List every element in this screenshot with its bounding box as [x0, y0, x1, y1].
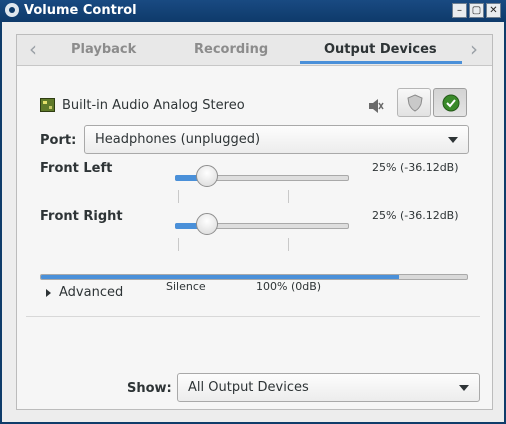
show-dropdown-value: All Output Devices	[188, 380, 309, 395]
advanced-expander[interactable]: Advanced	[46, 285, 123, 300]
scale-tick-100	[288, 190, 289, 203]
active-tab-indicator	[300, 61, 462, 64]
title-bar[interactable]: Volume Control – ▢ ✕	[0, 0, 506, 22]
slider-handle[interactable]	[195, 213, 218, 235]
front-right-volume-slider[interactable]	[175, 213, 349, 239]
window-title: Volume Control	[24, 3, 137, 18]
front-right-volume-value: 25% (-36.12dB)	[372, 209, 459, 222]
front-left-volume-value: 25% (-36.12dB)	[372, 161, 459, 174]
tab-bar: ‹ Playback Recording Output Devices ›	[17, 35, 492, 66]
output-device-panel: Built-in Audio Analog Stereo Port: Headp…	[17, 66, 492, 409]
scale-mark-full: 100% (0dB)	[256, 280, 322, 293]
tab-scroll-right-icon[interactable]: ›	[464, 39, 484, 59]
channel-label-front-left: Front Left	[40, 161, 113, 176]
scale-mark-silence: Silence	[166, 280, 206, 293]
port-dropdown-value: Headphones (unplugged)	[95, 132, 261, 147]
show-label: Show:	[127, 381, 172, 396]
mute-toggle-button[interactable]	[397, 88, 431, 117]
expander-arrow-icon	[46, 288, 51, 297]
separator	[26, 316, 480, 317]
set-default-button[interactable]	[433, 88, 467, 117]
tab-output-devices[interactable]: Output Devices	[324, 42, 437, 57]
device-name: Built-in Audio Analog Stereo	[62, 98, 245, 113]
window-client: ‹ Playback Recording Output Devices › Bu…	[2, 22, 504, 422]
checkmark-icon	[442, 94, 460, 112]
shield-icon	[407, 94, 423, 112]
minimize-icon[interactable]: –	[452, 3, 467, 18]
volume-control-window: Volume Control – ▢ ✕ ‹ Playback Recordin…	[0, 0, 506, 424]
front-left-volume-slider[interactable]	[175, 165, 349, 191]
close-icon[interactable]: ✕	[486, 3, 501, 18]
sound-card-icon	[40, 98, 55, 112]
channel-label-front-right: Front Right	[40, 209, 123, 224]
peak-level-bar	[41, 275, 399, 279]
port-label: Port:	[40, 133, 77, 148]
tab-playback[interactable]: Playback	[71, 42, 136, 57]
app-icon[interactable]	[5, 3, 19, 17]
tab-notebook: ‹ Playback Recording Output Devices › Bu…	[16, 34, 493, 410]
scale-tick-100	[288, 238, 289, 251]
scale-tick-silence	[178, 190, 179, 203]
dropdown-arrow-icon	[448, 137, 458, 143]
dropdown-arrow-icon	[459, 385, 469, 391]
port-dropdown[interactable]: Headphones (unplugged)	[84, 125, 469, 154]
tab-scroll-left-icon[interactable]: ‹	[23, 39, 43, 59]
slider-handle[interactable]	[195, 165, 218, 187]
maximize-icon[interactable]: ▢	[469, 3, 484, 18]
advanced-label: Advanced	[59, 285, 124, 300]
peak-level-meter	[40, 274, 468, 280]
show-dropdown[interactable]: All Output Devices	[177, 373, 480, 402]
speaker-mute-icon	[369, 99, 384, 113]
scale-tick-silence	[178, 238, 179, 251]
tab-recording[interactable]: Recording	[194, 42, 268, 57]
